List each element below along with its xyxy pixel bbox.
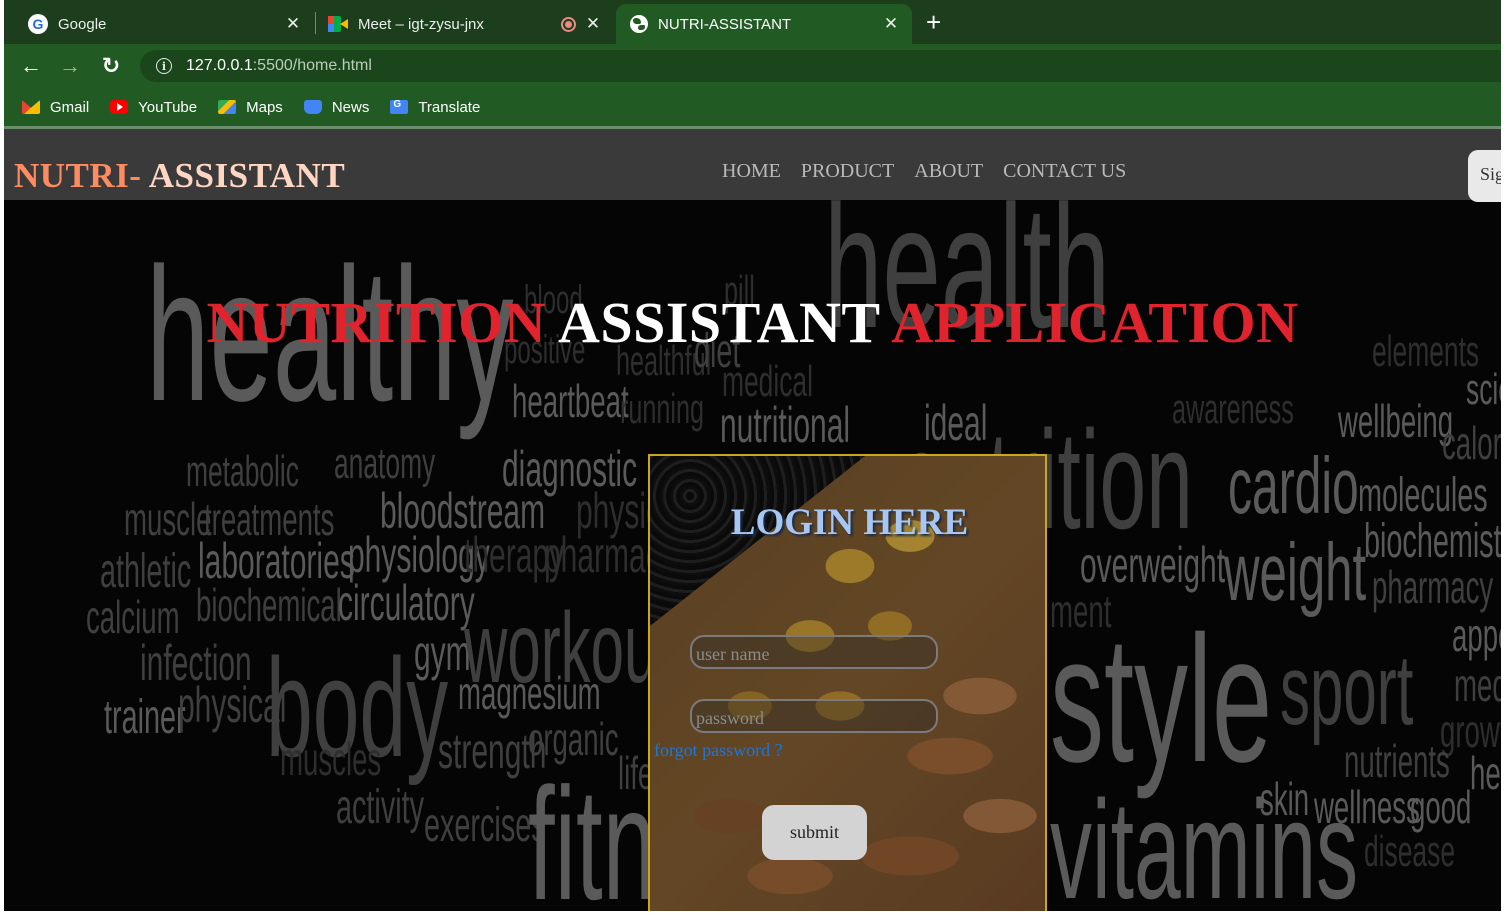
bg-word: activity xyxy=(336,781,425,834)
tab-separator xyxy=(315,12,316,34)
browser-window-chrome: G Google ✕ Meet – igt-zysu-jnx ✕ NUTRI-A… xyxy=(4,0,1501,128)
globe-icon xyxy=(630,15,648,33)
bg-word: nutrients xyxy=(1344,735,1450,787)
info-icon[interactable]: i xyxy=(156,58,172,74)
address-bar[interactable]: i 127.0.0.1:5500/home.html xyxy=(140,50,1501,82)
bg-word: molecules xyxy=(1358,469,1488,522)
tab-meet[interactable]: Meet – igt-zysu-jnx ✕ xyxy=(318,4,614,44)
tab-nutri-assistant[interactable]: NUTRI-ASSISTANT ✕ xyxy=(616,4,912,44)
bg-word: medi xyxy=(1454,659,1501,711)
bg-word: biochemistry xyxy=(1364,515,1501,568)
password-input[interactable] xyxy=(690,699,938,733)
bookmark-maps[interactable]: Maps xyxy=(218,99,283,116)
browser-toolbar: ← → ↻ i 127.0.0.1:5500/home.html xyxy=(4,44,1501,88)
main-nav: HOME PRODUCT ABOUT CONTACT US xyxy=(722,160,1146,183)
maps-icon xyxy=(218,100,237,114)
bg-word: sport xyxy=(1280,634,1414,746)
youtube-icon xyxy=(110,100,129,114)
bg-word: anatomy xyxy=(334,439,436,488)
bg-word: awareness xyxy=(1172,385,1294,432)
back-arrow-icon[interactable]: ← xyxy=(18,53,44,79)
recording-icon xyxy=(561,16,576,32)
bg-word: cardio xyxy=(1228,441,1359,530)
meet-icon xyxy=(328,16,348,32)
bg-word: trainer xyxy=(104,691,186,744)
bg-word: muscles xyxy=(280,733,382,785)
close-icon[interactable]: ✕ xyxy=(284,14,302,34)
forward-arrow-icon[interactable]: → xyxy=(57,53,83,79)
close-icon[interactable]: ✕ xyxy=(882,14,900,34)
hero-title: NUTRITION ASSISTANT APPLICATION xyxy=(206,290,1299,355)
bg-word: wellbeing xyxy=(1338,395,1454,447)
reload-icon[interactable]: ↻ xyxy=(98,53,124,79)
nav-product[interactable]: PRODUCT xyxy=(801,160,894,183)
site-header: NUTRI- ASSISTANT HOME PRODUCT ABOUT CONT… xyxy=(4,129,1501,202)
tab-title: NUTRI-ASSISTANT xyxy=(658,15,792,33)
bg-word: appe xyxy=(1452,609,1501,661)
gmail-icon xyxy=(22,100,40,114)
bg-word: circulatory xyxy=(338,575,475,631)
forgot-password-link[interactable]: forgot password ? xyxy=(654,740,783,761)
tab-title: Meet – igt-zysu-jnx xyxy=(358,15,484,33)
bg-word: magnesium xyxy=(458,667,601,719)
bg-word: heartbeat xyxy=(512,375,629,427)
tab-strip: G Google ✕ Meet – igt-zysu-jnx ✕ NUTRI-A… xyxy=(4,0,1501,44)
bg-word: metabolic xyxy=(186,447,299,496)
nav-about[interactable]: ABOUT xyxy=(914,160,983,183)
bg-word: pharmacy xyxy=(1372,561,1494,613)
site-logo[interactable]: NUTRI- ASSISTANT xyxy=(14,156,345,196)
bookmark-youtube[interactable]: YouTube xyxy=(110,99,197,116)
bookmark-gmail[interactable]: Gmail xyxy=(22,99,89,116)
url-text[interactable]: 127.0.0.1:5500/home.html xyxy=(186,57,372,75)
bg-word: running xyxy=(620,385,705,432)
bg-word: vitamins xyxy=(1050,771,1359,912)
bg-word: scie xyxy=(1466,365,1501,414)
login-form: LOGIN HERE forgot password ? submit xyxy=(648,454,1047,911)
tab-google[interactable]: G Google ✕ xyxy=(18,4,314,44)
google-icon: G xyxy=(28,14,48,34)
nav-contact-us[interactable]: CONTACT US xyxy=(1003,160,1126,183)
submit-button[interactable]: submit xyxy=(762,805,867,860)
bg-word: disease xyxy=(1364,827,1456,876)
news-icon xyxy=(303,100,322,114)
bg-word: caloric xyxy=(1442,417,1501,469)
bg-word: ideal xyxy=(924,395,988,451)
bg-word: good xyxy=(1410,781,1472,833)
bg-word: calcium xyxy=(86,591,180,643)
bg-word: hea xyxy=(1470,747,1501,799)
login-title: LOGIN HERE xyxy=(730,502,969,543)
bookmark-news[interactable]: News xyxy=(303,99,369,116)
bg-word: fitn xyxy=(528,754,657,912)
tab-title: Google xyxy=(58,15,107,33)
sign-in-button[interactable]: Sig xyxy=(1468,150,1501,202)
bg-word: physical xyxy=(178,677,287,733)
bg-word: biochemical xyxy=(196,579,342,631)
username-input[interactable] xyxy=(690,635,938,669)
bookmark-translate[interactable]: Translate xyxy=(390,99,480,116)
web-page: health healthy nutrition blood pill posi… xyxy=(4,129,1501,911)
bg-word: style xyxy=(1050,599,1273,800)
bg-word: overweight xyxy=(1080,537,1226,593)
bg-word: nutritional xyxy=(720,397,851,453)
new-tab-button[interactable]: + xyxy=(926,9,941,35)
close-icon[interactable]: ✕ xyxy=(584,14,602,34)
bg-word: athletic xyxy=(100,545,192,598)
translate-icon xyxy=(390,99,409,114)
nav-home[interactable]: HOME xyxy=(722,160,781,183)
bookmarks-bar: Gmail YouTube Maps News Translate xyxy=(4,88,1501,126)
